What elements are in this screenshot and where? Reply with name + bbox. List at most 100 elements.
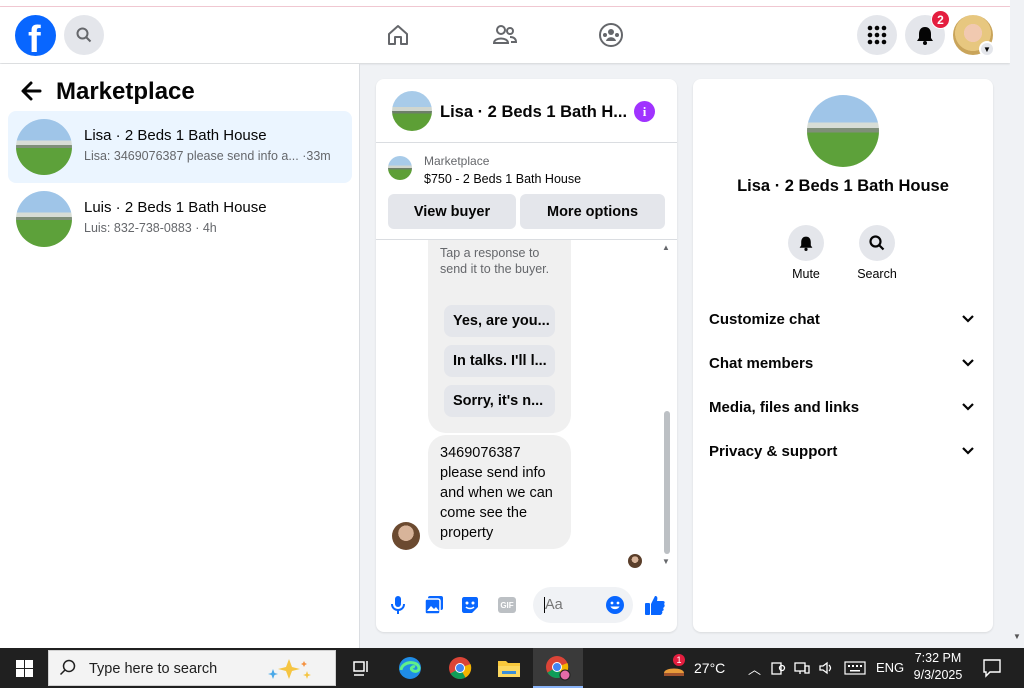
taskbar-search-placeholder: Type here to search [89, 661, 218, 677]
search-icon [59, 659, 76, 676]
quick-reply-button[interactable]: Sorry, it's n... [444, 385, 555, 417]
top-navigation-bar: f 2 ▼ [0, 7, 1010, 63]
seen-indicator-avatar [628, 554, 642, 568]
text-caret [544, 597, 545, 613]
chat-members-section[interactable]: Chat members [709, 353, 977, 377]
image-attach-icon[interactable] [422, 593, 446, 617]
language-indicator[interactable]: ENG [876, 660, 904, 675]
notification-center-icon[interactable] [978, 654, 1006, 682]
scroll-down-arrow-icon[interactable]: ▼ [662, 557, 670, 566]
conversation-item[interactable]: Lisa · 2 Beds 1 Bath House Lisa: 3469076… [8, 111, 352, 183]
edge-browser-icon[interactable] [396, 654, 424, 682]
search-highlight-icon [268, 659, 311, 679]
media-files-links-section[interactable]: Media, files and links [709, 397, 977, 421]
page-title: Marketplace [56, 78, 195, 105]
gif-icon[interactable]: GIF [498, 597, 516, 613]
thumbs-up-icon[interactable] [643, 593, 667, 617]
weather-temperature[interactable]: 27°C [694, 660, 725, 676]
conversation-name: Luis · 2 Beds 1 Bath House [84, 199, 267, 216]
chevron-down-icon [962, 315, 974, 323]
browser-edge [0, 0, 1024, 7]
chevron-down-icon[interactable]: ▼ [979, 41, 995, 57]
privacy-support-section[interactable]: Privacy & support [709, 441, 977, 465]
listing-thumbnail [388, 156, 412, 180]
section-label: Media, files and links [709, 399, 860, 416]
listing-thumbnail [16, 191, 72, 247]
listing-thumbnail [392, 91, 432, 131]
mute-label: Mute [792, 267, 820, 281]
listing-price[interactable]: $750 - 2 Beds 1 Bath House [424, 172, 581, 186]
chrome-profile-icon[interactable] [544, 654, 572, 682]
chat-info-panel: Lisa · 2 Beds 1 Bath House Mute Search C… [693, 79, 993, 632]
page-scrollbar[interactable]: ▼ [1010, 0, 1024, 648]
microphone-icon[interactable] [386, 593, 410, 617]
facebook-logo-icon[interactable]: f [15, 15, 56, 56]
clock-time: 7:32 PM [914, 651, 962, 665]
search-icon [76, 27, 92, 43]
message-text: 3469076387 please send info and when we … [440, 445, 553, 541]
home-tab[interactable] [383, 20, 413, 50]
conversation-list-panel: Marketplace Lisa · 2 Beds 1 Bath House L… [0, 64, 360, 648]
keyboard-icon[interactable] [842, 654, 868, 682]
quick-reply-button[interactable]: In talks. I'll l... [444, 345, 555, 377]
view-buyer-button[interactable]: View buyer [388, 194, 516, 229]
quick-reply-button[interactable]: Yes, are you... [444, 305, 555, 337]
listing-summary: Marketplace $750 - 2 Beds 1 Bath House V… [376, 144, 677, 240]
file-explorer-icon[interactable] [495, 654, 523, 682]
chevron-up-icon[interactable]: ︿ [748, 659, 761, 678]
conversation-item[interactable]: Luis · 2 Beds 1 Bath House Luis: 832-738… [8, 183, 352, 255]
scroll-up-arrow-icon[interactable]: ▲ [662, 243, 670, 252]
chat-scrollbar[interactable] [664, 411, 670, 554]
chat-info-title: Lisa · 2 Beds 1 Bath House [737, 177, 949, 195]
section-label: Chat members [709, 355, 814, 372]
volume-icon[interactable] [816, 654, 836, 682]
groups-icon [599, 23, 623, 47]
conversation-preview: Luis: 832-738-0883 · 4h [84, 221, 217, 235]
search-label: Search [857, 267, 897, 281]
search-icon [869, 235, 885, 251]
bell-icon [917, 27, 933, 45]
windows-taskbar: Type here to search 1 27°C ︿ ENG 7:32 PM… [0, 648, 1024, 688]
people-icon[interactable] [768, 654, 788, 682]
chevron-down-icon [962, 403, 974, 411]
sticker-icon[interactable] [458, 593, 482, 617]
groups-tab[interactable] [596, 20, 626, 50]
listing-photo[interactable] [807, 95, 879, 167]
clock-date: 9/3/2025 [913, 668, 963, 682]
friends-tab[interactable] [490, 20, 520, 50]
clock[interactable]: 7:32 PM 9/3/2025 [908, 651, 968, 682]
windows-start-icon[interactable] [16, 660, 33, 677]
sender-avatar [392, 522, 420, 550]
weather-badge: 1 [673, 654, 685, 666]
section-label: Privacy & support [709, 443, 838, 460]
home-icon [388, 25, 408, 45]
menu-button[interactable] [857, 15, 897, 55]
network-icon[interactable] [792, 654, 812, 682]
back-arrow-icon[interactable] [20, 80, 42, 109]
grid-menu-icon [867, 25, 887, 45]
quick-reply-hint: Tap a response to send it to the buyer. [440, 246, 550, 276]
customize-chat-section[interactable]: Customize chat [709, 309, 977, 333]
more-options-button[interactable]: More options [520, 194, 665, 229]
scroll-down-arrow-icon[interactable]: ▼ [1013, 632, 1021, 641]
task-view-icon[interactable] [347, 654, 375, 682]
chat-title[interactable]: Lisa · 2 Beds 1 Bath H... [440, 103, 630, 122]
search-in-chat-button[interactable]: Search [847, 225, 907, 281]
chat-panel: Lisa · 2 Beds 1 Bath H... i Marketplace … [376, 79, 677, 632]
search-button[interactable] [64, 15, 104, 55]
info-icon[interactable]: i [634, 101, 655, 122]
conversation-name: Lisa · 2 Beds 1 Bath House [84, 127, 267, 144]
message-composer: GIF [376, 583, 677, 631]
chrome-browser-icon[interactable] [446, 654, 474, 682]
chevron-down-icon [962, 447, 974, 455]
taskbar-search-box[interactable]: Type here to search [48, 650, 336, 686]
bell-icon [799, 236, 813, 251]
listing-thumbnail [16, 119, 72, 175]
friends-icon [492, 25, 518, 44]
chat-header: Lisa · 2 Beds 1 Bath H... i [376, 79, 677, 143]
mute-button[interactable]: Mute [776, 225, 836, 281]
emoji-icon[interactable] [603, 593, 627, 617]
listing-label: Marketplace [424, 154, 490, 168]
notification-badge: 2 [931, 10, 950, 29]
section-label: Customize chat [709, 311, 820, 328]
